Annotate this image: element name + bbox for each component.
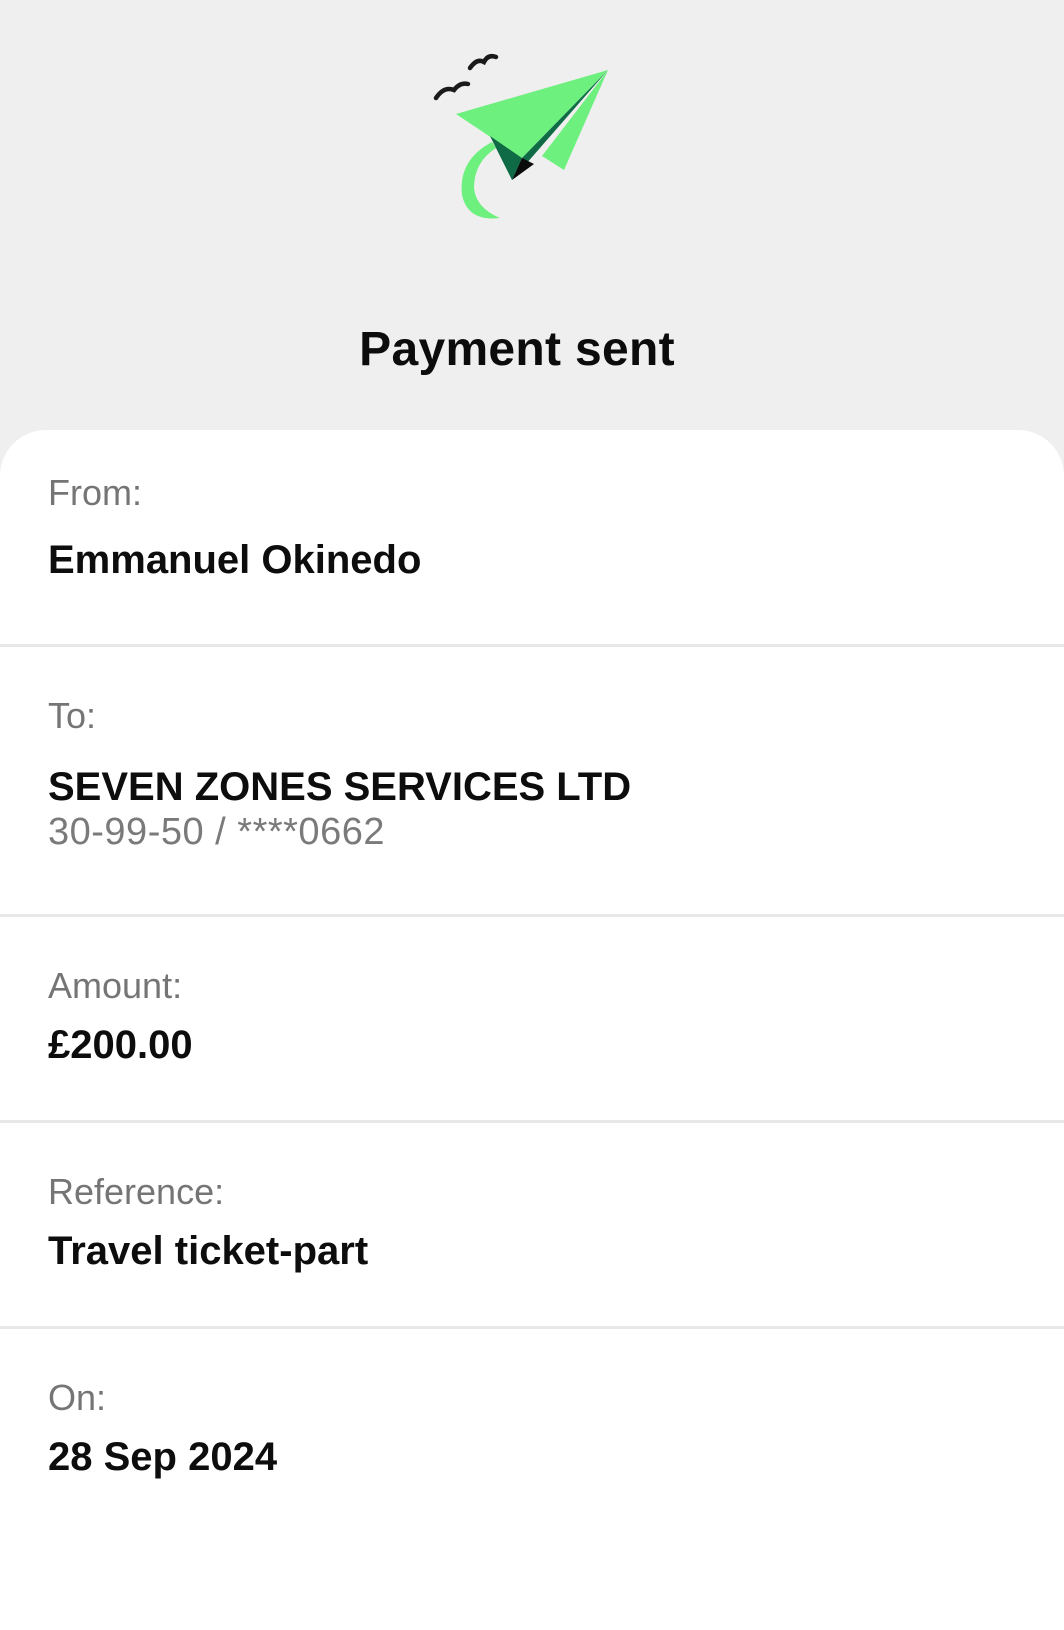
to-label: To: [48,695,97,736]
paper-plane-icon [433,53,608,219]
page-title: Payment sent [359,323,675,376]
reference-label: Reference: [48,1171,225,1212]
date-value: 28 Sep 2024 [48,1435,278,1479]
bird-icon [467,53,499,71]
amount-value: £200.00 [48,1023,193,1067]
reference-value: Travel ticket-part [48,1229,369,1273]
detail-row-reference: Reference: Travel ticket-part [0,1123,1064,1329]
bird-icon [433,81,471,101]
trail-shape [461,142,500,219]
payment-details-card: From: Emmanuel Okinedo To: SEVEN ZONES S… [0,430,1064,1630]
from-label: From: [48,472,142,513]
amount-label: Amount: [48,965,183,1006]
detail-row-to: To: SEVEN ZONES SERVICES LTD 30-99-50 / … [0,647,1064,917]
detail-row-from: From: Emmanuel Okinedo [0,430,1064,647]
detail-row-date: On: 28 Sep 2024 [0,1329,1064,1549]
date-label: On: [48,1377,107,1418]
to-value: SEVEN ZONES SERVICES LTD [48,765,632,809]
header: Payment sent [0,0,1064,430]
from-value: Emmanuel Okinedo [48,538,422,582]
detail-row-amount: Amount: £200.00 [0,917,1064,1123]
account-number: 30-99-50 / ****0662 [48,811,385,853]
